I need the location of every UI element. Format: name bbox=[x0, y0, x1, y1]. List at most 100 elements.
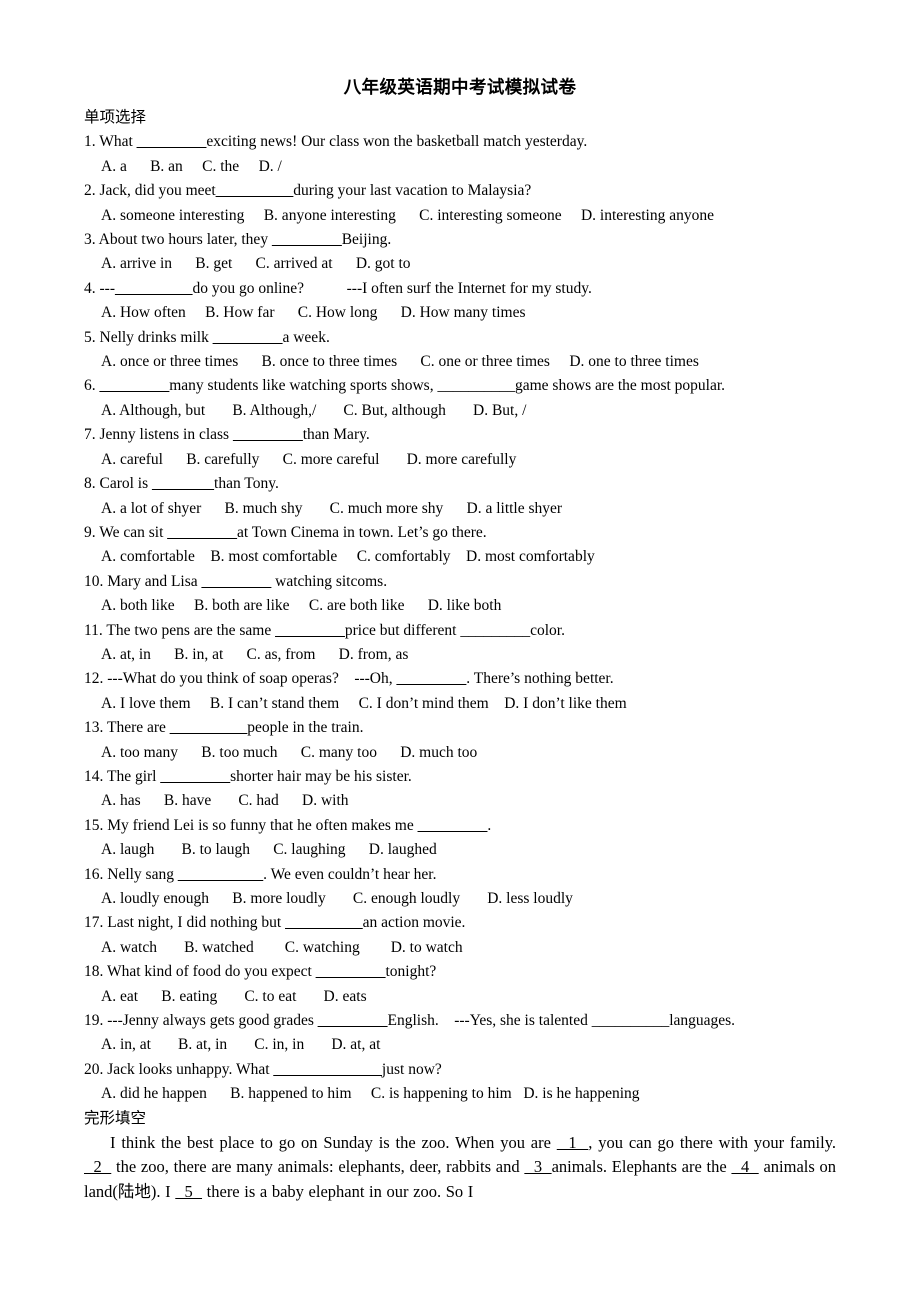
question-stem-after-8: than Tony. bbox=[214, 475, 279, 493]
answer-blank-16: ___________ bbox=[177, 865, 264, 883]
question-stem-before-8: 8. Carol is bbox=[84, 475, 153, 493]
question-options-9: A. comfortable B. most comfortable C. co… bbox=[101, 548, 595, 566]
question-stem-before-3: 3. About two hours later, they bbox=[84, 231, 272, 249]
question-stem-12: 12. ---What do you think of soap operas?… bbox=[84, 667, 836, 691]
question-options-8: A. a lot of shyer B. much shy C. much mo… bbox=[101, 499, 563, 517]
question-stem-2: 2. Jack, did you meet__________during yo… bbox=[84, 179, 836, 203]
page-content: 八年级英语期中考试模拟试卷 单项选择 1. What _________exci… bbox=[84, 74, 836, 1204]
question-stem-before-13: 13. There are bbox=[84, 719, 170, 737]
question-stem-1: 1. What _________exciting news! Our clas… bbox=[84, 130, 836, 154]
question-options-17: A. watch B. watched C. watching D. to wa… bbox=[101, 938, 463, 956]
section-heading-multiple-choice: 单项选择 bbox=[84, 109, 147, 126]
question-item-9: 9. We can sit _________at Town Cinema in… bbox=[84, 521, 836, 570]
question-stem-before-10: 10. Mary and Lisa bbox=[84, 572, 202, 590]
cloze-text: , you can go there with your family. bbox=[588, 1133, 837, 1153]
question-options-20: A. did he happen B. happened to him C. i… bbox=[101, 1085, 640, 1103]
question-item-17: 17. Last night, I did nothing but ______… bbox=[84, 911, 836, 960]
answer-blank-19: _________ bbox=[317, 1012, 388, 1030]
question-item-1: 1. What _________exciting news! Our clas… bbox=[84, 130, 836, 179]
question-stem-after-17: an action movie. bbox=[362, 914, 466, 932]
question-options-6: A. Although, but B. Although,/ C. But, a… bbox=[101, 401, 527, 419]
question-options-2: A. someone interesting B. anyone interes… bbox=[101, 206, 714, 224]
question-stem-before-7: 7. Jenny listens in class bbox=[84, 426, 233, 444]
question-stem-6: 6. _________many students like watching … bbox=[84, 374, 836, 398]
question-stem-before-19: 19. ---Jenny always gets good grades bbox=[84, 1012, 318, 1030]
answer-blank-4: __________ bbox=[115, 279, 193, 297]
answer-blank-15: _________ bbox=[417, 816, 488, 834]
question-item-6: 6. _________many students like watching … bbox=[84, 374, 836, 423]
question-stem-before-1: 1. What bbox=[84, 133, 137, 151]
question-item-4: 4. ---__________do you go online? ---I o… bbox=[84, 277, 836, 326]
question-stem-before-6: 6. bbox=[84, 377, 100, 395]
question-stem-4: 4. ---__________do you go online? ---I o… bbox=[84, 277, 836, 301]
answer-blank-17: __________ bbox=[285, 914, 363, 932]
cloze-text: animals. Elephants are the bbox=[551, 1157, 732, 1177]
answer-blank-11: _________ bbox=[275, 621, 345, 639]
question-stem-before-4: 4. --- bbox=[84, 279, 115, 297]
answer-blank-6: _________ bbox=[99, 377, 170, 395]
answer-blank-13: __________ bbox=[169, 719, 248, 737]
question-stem-19: 19. ---Jenny always gets good grades ___… bbox=[84, 1009, 836, 1033]
question-options-11: A. at, in B. in, at C. as, from D. from,… bbox=[101, 645, 409, 663]
question-options-5: A. once or three times B. once to three … bbox=[101, 353, 699, 371]
answer-blank-14: _________ bbox=[160, 767, 231, 785]
answer-blank-18: _________ bbox=[315, 963, 386, 981]
question-options-3: A. arrive in B. get C. arrived at D. got… bbox=[101, 255, 411, 273]
question-options-13: A. too many B. too much C. many too D. m… bbox=[101, 743, 478, 761]
question-stem-5: 5. Nelly drinks milk _________a week. bbox=[84, 326, 836, 350]
question-stem-before-12: 12. ---What do you think of soap operas?… bbox=[84, 670, 397, 688]
question-item-12: 12. ---What do you think of soap operas?… bbox=[84, 667, 836, 716]
question-item-13: 13. There are __________people in the tr… bbox=[84, 716, 836, 765]
question-options-14: A. has B. have C. had D. with bbox=[101, 792, 349, 810]
question-item-7: 7. Jenny listens in class _________than … bbox=[84, 423, 836, 472]
question-item-19: 19. ---Jenny always gets good grades ___… bbox=[84, 1009, 836, 1058]
question-stem-after-15: . bbox=[487, 816, 492, 834]
question-stem-after-14: shorter hair may be his sister. bbox=[230, 767, 412, 785]
question-stem-after-20: just now? bbox=[381, 1060, 442, 1078]
question-stem-after-2: during your last vacation to Malaysia? bbox=[293, 182, 532, 200]
question-stem-15: 15. My friend Lei is so funny that he of… bbox=[84, 814, 836, 838]
question-stem-before-15: 15. My friend Lei is so funny that he of… bbox=[84, 816, 418, 834]
question-item-8: 8. Carol is ________than Tony. A. a lot … bbox=[84, 472, 836, 521]
question-stem-after-6: many students like watching sports shows… bbox=[169, 377, 726, 395]
question-stem-before-14: 14. The girl bbox=[84, 767, 161, 785]
question-stem-after-19: English. ---Yes, she is talented _______… bbox=[387, 1012, 736, 1030]
multiple-choice-list: 1. What _________exciting news! Our clas… bbox=[84, 130, 836, 1106]
question-stem-after-16: . We even couldn’t hear her. bbox=[263, 865, 437, 883]
question-stem-before-20: 20. Jack looks unhappy. What bbox=[84, 1060, 274, 1078]
question-options-18: A. eat B. eating C. to eat D. eats bbox=[101, 987, 367, 1005]
cloze-text: the zoo, there are many animals: elephan… bbox=[111, 1157, 525, 1177]
question-stem-8: 8. Carol is ________than Tony. bbox=[84, 472, 836, 496]
question-item-14: 14. The girl _________shorter hair may b… bbox=[84, 765, 836, 814]
question-item-16: 16. Nelly sang ___________. We even coul… bbox=[84, 863, 836, 912]
question-stem-after-7: than Mary. bbox=[302, 426, 370, 444]
question-stem-18: 18. What kind of food do you expect ____… bbox=[84, 960, 836, 984]
cloze-blank-4: 4 bbox=[731, 1157, 759, 1177]
question-stem-before-17: 17. Last night, I did nothing but bbox=[84, 914, 286, 932]
question-item-3: 3. About two hours later, they _________… bbox=[84, 228, 836, 277]
question-options-12: A. I love them B. I can’t stand them C. … bbox=[101, 694, 627, 712]
answer-blank-5: _________ bbox=[212, 328, 283, 346]
question-stem-before-2: 2. Jack, did you meet bbox=[84, 182, 216, 200]
question-stem-after-12: . There’s nothing better. bbox=[466, 670, 614, 688]
question-stem-after-5: a week. bbox=[282, 328, 330, 346]
page-title: 八年级英语期中考试模拟试卷 bbox=[343, 77, 577, 97]
question-options-4: A. How often B. How far C. How long D. H… bbox=[101, 304, 526, 322]
question-stem-before-16: 16. Nelly sang bbox=[84, 865, 178, 883]
question-stem-before-5: 5. Nelly drinks milk bbox=[84, 328, 213, 346]
question-stem-after-3: Beijing. bbox=[341, 231, 392, 249]
question-stem-after-13: people in the train. bbox=[247, 719, 364, 737]
question-item-10: 10. Mary and Lisa _________ watching sit… bbox=[84, 570, 836, 619]
cloze-text: there is a baby elephant in our zoo. So … bbox=[202, 1181, 474, 1201]
question-stem-before-18: 18. What kind of food do you expect bbox=[84, 963, 316, 981]
question-stem-16: 16. Nelly sang ___________. We even coul… bbox=[84, 863, 836, 887]
question-options-19: A. in, at B. at, in C. in, in D. at, at bbox=[101, 1036, 381, 1054]
question-stem-17: 17. Last night, I did nothing but ______… bbox=[84, 911, 836, 935]
cloze-blank-2: 2 bbox=[84, 1157, 112, 1177]
question-stem-before-9: 9. We can sit bbox=[84, 523, 168, 541]
question-stem-14: 14. The girl _________shorter hair may b… bbox=[84, 765, 836, 789]
answer-blank-9: _________ bbox=[167, 523, 238, 541]
answer-blank-10: _________ bbox=[201, 572, 272, 590]
cloze-blank-3: 3 bbox=[524, 1157, 552, 1177]
answer-blank-12: _________ bbox=[396, 670, 467, 688]
